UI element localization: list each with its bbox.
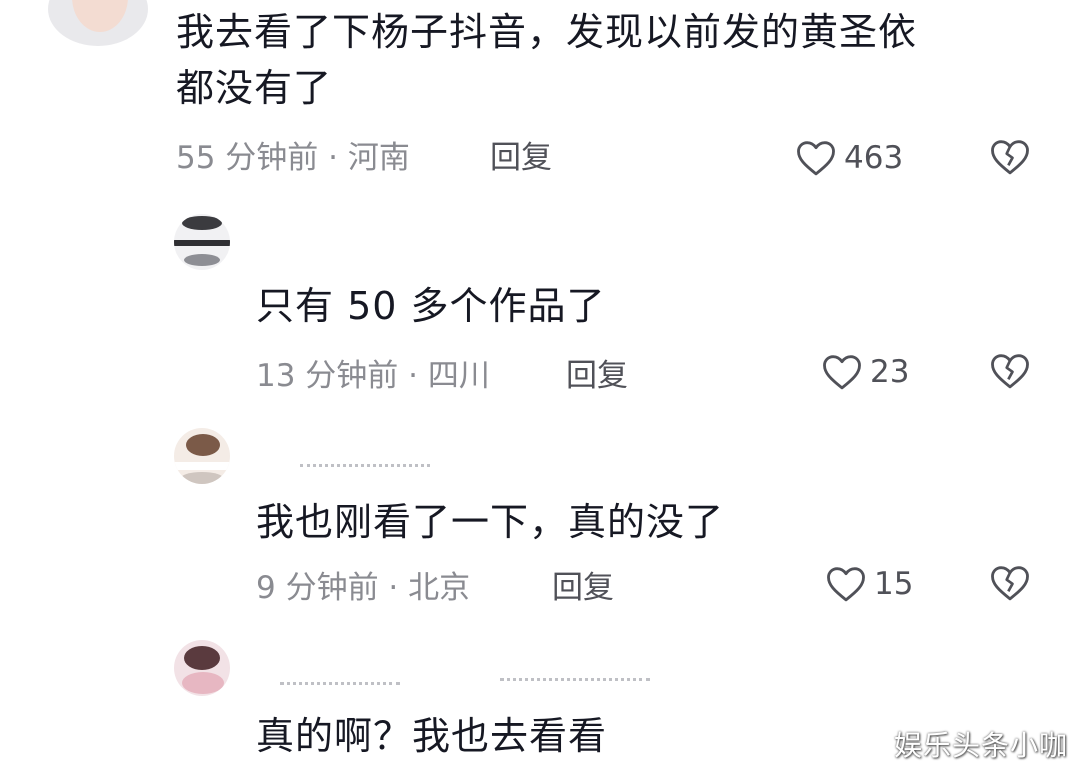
avatar[interactable] [174, 640, 230, 696]
comment-text: 我也刚看了一下，真的没了 [256, 500, 725, 544]
dislike-button[interactable] [990, 352, 1030, 392]
reply-item: 我也刚看了一下，真的没了 9 分钟前 · 北京 回复 15 [0, 410, 1080, 626]
comment-meta: 55 分钟前 · 河南 [176, 140, 410, 176]
like-button[interactable]: 15 [826, 564, 913, 604]
comment-meta: 13 分钟前 · 四川 [256, 358, 490, 394]
avatar[interactable] [174, 428, 230, 484]
like-button[interactable]: 463 [796, 138, 903, 178]
like-button[interactable]: 23 [822, 352, 909, 392]
comment-meta: 9 分钟前 · 北京 [256, 570, 471, 606]
heart-outline-icon [796, 139, 836, 177]
username-redacted [500, 672, 650, 681]
like-count: 463 [844, 140, 904, 176]
comment-text: 我去看了下杨子抖音，发现以前发的黄圣依 都没有了 [176, 10, 918, 110]
reply-button[interactable]: 回复 [490, 138, 552, 178]
watermark: 娱乐头条小咖 [893, 729, 1068, 762]
dislike-button[interactable] [990, 138, 1030, 178]
username-redacted [300, 458, 430, 467]
broken-heart-icon [990, 566, 1030, 606]
avatar[interactable] [48, 0, 148, 46]
broken-heart-icon [990, 140, 1030, 180]
dislike-button[interactable] [990, 564, 1030, 604]
reply-button[interactable]: 回复 [552, 568, 614, 608]
reply-button[interactable]: 回复 [566, 356, 628, 396]
like-count: 23 [870, 354, 910, 390]
comment-item: 我去看了下杨子抖音，发现以前发的黄圣依 都没有了 55 分钟前 · 河南 回复 … [0, 0, 1080, 200]
avatar[interactable] [174, 214, 230, 270]
like-count: 15 [874, 566, 914, 602]
comment-text: 只有 50 多个作品了 [256, 284, 606, 328]
reply-item: 只有 50 多个作品了 13 分钟前 · 四川 回复 23 [0, 200, 1080, 410]
heart-outline-icon [822, 353, 862, 391]
broken-heart-icon [990, 354, 1030, 394]
username-redacted [280, 676, 400, 685]
heart-outline-icon [826, 565, 866, 603]
